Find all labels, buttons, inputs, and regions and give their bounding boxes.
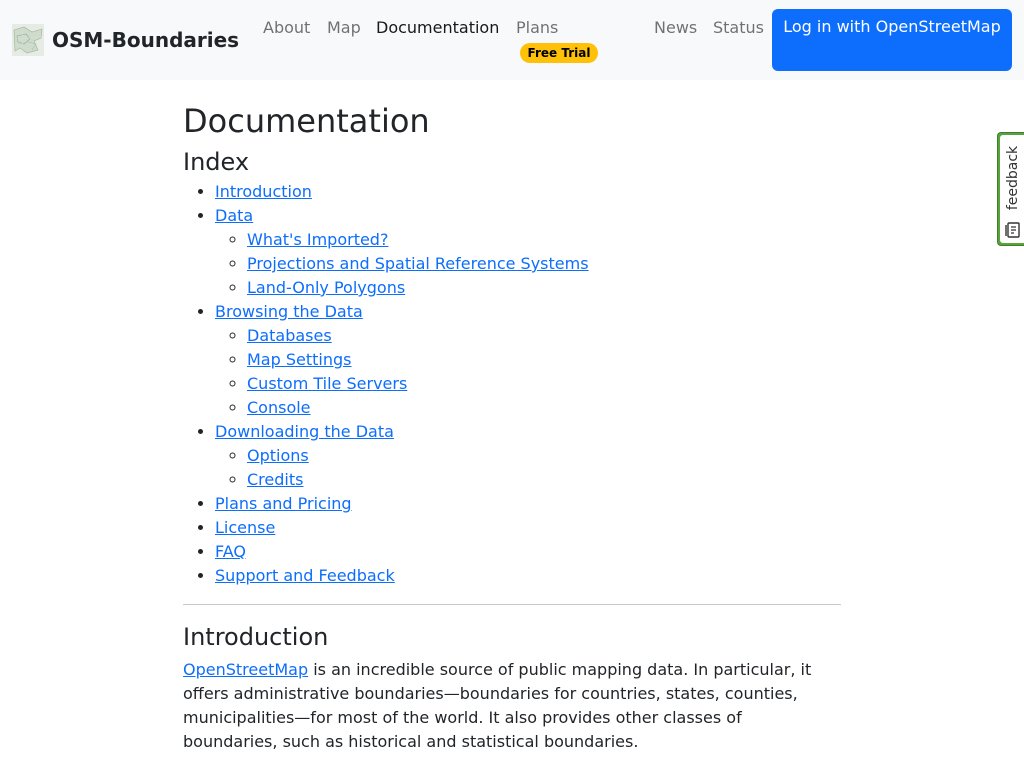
nav-plans[interactable]: Plans: [516, 16, 558, 40]
index-item: Support and Feedback: [215, 564, 841, 588]
index-subitem: What's Imported?: [247, 228, 841, 252]
brand-name: OSM-Boundaries: [52, 28, 240, 52]
index-link-introduction[interactable]: Introduction: [215, 182, 312, 201]
main-content: Documentation Index Introduction Data Wh…: [183, 96, 841, 754]
index-link-options[interactable]: Options: [247, 446, 309, 465]
index-subitem: Map Settings: [247, 348, 841, 372]
introduction-heading: Introduction: [183, 623, 329, 651]
index-subitem: Credits: [247, 468, 841, 492]
feedback-label: feedback: [1005, 145, 1021, 211]
index-list: Introduction Data What's Imported? Proje…: [183, 180, 841, 588]
feedback-form-icon: [1005, 222, 1020, 238]
page-title: Documentation: [183, 102, 430, 140]
nav-about[interactable]: About: [263, 16, 310, 40]
nav-status[interactable]: Status: [713, 16, 764, 40]
free-trial-badge: Free Trial: [520, 43, 598, 63]
feedback-tab[interactable]: feedback: [997, 132, 1024, 246]
index-link-downloading[interactable]: Downloading the Data: [215, 422, 394, 441]
index-item: Browsing the Data Databases Map Settings…: [215, 300, 841, 420]
map-logo-icon: [12, 24, 44, 56]
index-sublist: Options Credits: [215, 444, 841, 492]
index-link-support[interactable]: Support and Feedback: [215, 566, 395, 585]
index-link-plans-pricing[interactable]: Plans and Pricing: [215, 494, 352, 513]
index-link-map-settings[interactable]: Map Settings: [247, 350, 351, 369]
index-subitem: Console: [247, 396, 841, 420]
index-item: Downloading the Data Options Credits: [215, 420, 841, 492]
index-item: Introduction: [215, 180, 841, 204]
brand-link[interactable]: OSM-Boundaries: [12, 24, 239, 56]
nav-news[interactable]: News: [654, 16, 697, 40]
index-link-credits[interactable]: Credits: [247, 470, 303, 489]
index-link-custom-tile-servers[interactable]: Custom Tile Servers: [247, 374, 407, 393]
index-item: License: [215, 516, 841, 540]
feedback-tab-panel: feedback: [1000, 135, 1024, 243]
index-subitem: Land-Only Polygons: [247, 276, 841, 300]
index-link-projections[interactable]: Projections and Spatial Reference System…: [247, 254, 589, 273]
index-sublist: What's Imported? Projections and Spatial…: [215, 228, 841, 300]
nav-map[interactable]: Map: [327, 16, 361, 40]
index-subitem: Databases: [247, 324, 841, 348]
index-link-databases[interactable]: Databases: [247, 326, 332, 345]
index-link-whats-imported[interactable]: What's Imported?: [247, 230, 388, 249]
index-item: FAQ: [215, 540, 841, 564]
index-heading: Index: [183, 148, 250, 176]
introduction-paragraph: OpenStreetMap is an incredible source of…: [183, 658, 841, 754]
index-link-data[interactable]: Data: [215, 206, 253, 225]
index-link-land-only-polygons[interactable]: Land-Only Polygons: [247, 278, 405, 297]
index-link-faq[interactable]: FAQ: [215, 542, 246, 561]
top-navbar: OSM-Boundaries About Map Documentation P…: [0, 0, 1024, 80]
index-link-console[interactable]: Console: [247, 398, 311, 417]
index-link-license[interactable]: License: [215, 518, 275, 537]
openstreetmap-link[interactable]: OpenStreetMap: [183, 660, 308, 679]
index-item: Data What's Imported? Projections and Sp…: [215, 204, 841, 300]
index-link-browsing[interactable]: Browsing the Data: [215, 302, 363, 321]
login-button[interactable]: Log in with OpenStreetMap: [772, 9, 1012, 71]
index-subitem: Projections and Spatial Reference System…: [247, 252, 841, 276]
index-subitem: Custom Tile Servers: [247, 372, 841, 396]
index-subitem: Options: [247, 444, 841, 468]
index-sublist: Databases Map Settings Custom Tile Serve…: [215, 324, 841, 420]
nav-documentation[interactable]: Documentation: [376, 16, 499, 40]
index-item: Plans and Pricing: [215, 492, 841, 516]
